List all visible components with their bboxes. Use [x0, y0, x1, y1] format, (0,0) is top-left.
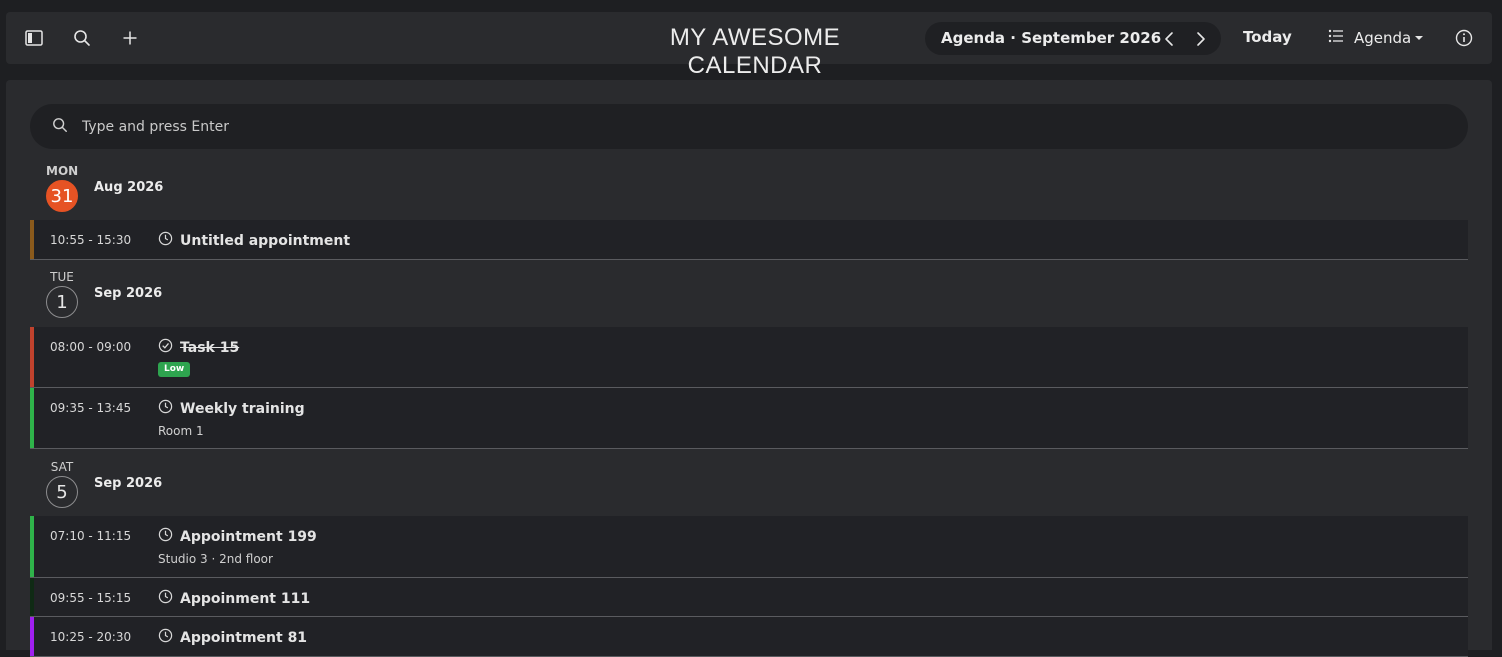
- view-label: Agenda: [1354, 29, 1412, 47]
- day-of-week: SAT: [50, 460, 74, 474]
- event-time: 09:55 - 15:15: [50, 591, 132, 605]
- event-time: 07:10 - 11:15: [50, 529, 132, 543]
- top-toolbar: MY AWESOME CALENDAR Agenda · September 2…: [6, 12, 1492, 79]
- view-switcher-button[interactable]: Agenda: [1328, 26, 1424, 50]
- info-icon[interactable]: [1452, 26, 1476, 50]
- event-title-row: Task 15: [158, 338, 239, 357]
- event-time: 10:55 - 15:30: [50, 233, 132, 247]
- day-of-week: MON: [46, 164, 79, 178]
- event-color-bar: [30, 327, 34, 387]
- event-title: Weekly training: [180, 400, 305, 417]
- today-button[interactable]: Today: [1243, 28, 1292, 46]
- search-icon: [52, 117, 68, 137]
- event-title-row: Appoinment 111: [158, 589, 310, 608]
- search-input[interactable]: [82, 114, 1442, 140]
- clock-icon: [158, 589, 173, 608]
- sidebar-toggle-icon[interactable]: [22, 26, 46, 50]
- event-title-row: Untitled appointment: [158, 231, 350, 250]
- event-title: Appointment 199: [180, 528, 317, 545]
- event-color-bar: [30, 578, 34, 616]
- month-label: Aug 2026: [94, 180, 164, 195]
- month-label: Sep 2026: [94, 286, 163, 301]
- event-time: 10:25 - 20:30: [50, 630, 132, 644]
- search-icon[interactable]: [70, 26, 94, 50]
- chevron-right-icon[interactable]: [1191, 29, 1211, 49]
- month-label: Sep 2026: [94, 476, 163, 491]
- date-number-today[interactable]: 31: [46, 180, 78, 212]
- plus-icon[interactable]: [118, 26, 142, 50]
- agenda-event[interactable]: 09:35 - 13:45 Weekly training Room 1: [30, 388, 1468, 449]
- event-title: Task 15: [180, 339, 240, 356]
- app-title: MY AWESOME CALENDAR: [669, 24, 841, 79]
- event-time: 09:35 - 13:45: [50, 401, 132, 415]
- day-header: TUE 1 Sep 2026: [30, 270, 1468, 330]
- agenda-search: [30, 104, 1468, 149]
- event-title-row: Weekly training: [158, 399, 305, 418]
- priority-badge: Low: [158, 362, 191, 377]
- day-header: SAT 5 Sep 2026: [30, 460, 1468, 520]
- event-time: 08:00 - 09:00: [50, 340, 132, 354]
- event-title: Untitled appointment: [180, 232, 351, 249]
- day-header: MON 31 Aug 2026: [30, 164, 1468, 224]
- event-location: Room 1: [158, 424, 204, 438]
- period-label: Agenda · September 2026: [941, 29, 1162, 47]
- clock-icon: [158, 399, 173, 418]
- event-title-row: Appointment 199: [158, 527, 317, 546]
- event-color-bar: [30, 388, 34, 448]
- agenda-panel: MON 31 Aug 2026 10:55 - 15:30 Untitled a…: [6, 80, 1492, 657]
- event-title: Appoinment 111: [180, 590, 311, 607]
- clock-icon: [158, 231, 173, 250]
- period-navigator: Agenda · September 2026: [925, 22, 1221, 55]
- agenda-event[interactable]: 10:55 - 15:30 Untitled appointment: [30, 220, 1468, 260]
- agenda-event[interactable]: 10:25 - 20:30 Appointment 81: [30, 617, 1468, 657]
- agenda-event[interactable]: 08:00 - 09:00 Task 15 Low: [30, 327, 1468, 388]
- event-color-bar: [30, 516, 34, 577]
- caret-down-icon: [1415, 36, 1424, 40]
- event-color-bar: [30, 617, 34, 656]
- event-color-bar: [30, 220, 34, 259]
- list-icon: [1328, 29, 1344, 47]
- clock-icon: [158, 527, 173, 546]
- date-number[interactable]: 5: [46, 476, 78, 508]
- event-location: Studio 3 · 2nd floor: [158, 552, 273, 566]
- agenda-event[interactable]: 09:55 - 15:15 Appoinment 111: [30, 578, 1468, 617]
- day-of-week: TUE: [50, 270, 74, 284]
- task-check-icon: [158, 338, 173, 357]
- date-number[interactable]: 1: [46, 286, 78, 318]
- agenda-event[interactable]: 07:10 - 11:15 Appointment 199 Studio 3 ·…: [30, 516, 1468, 578]
- chevron-left-icon[interactable]: [1159, 29, 1179, 49]
